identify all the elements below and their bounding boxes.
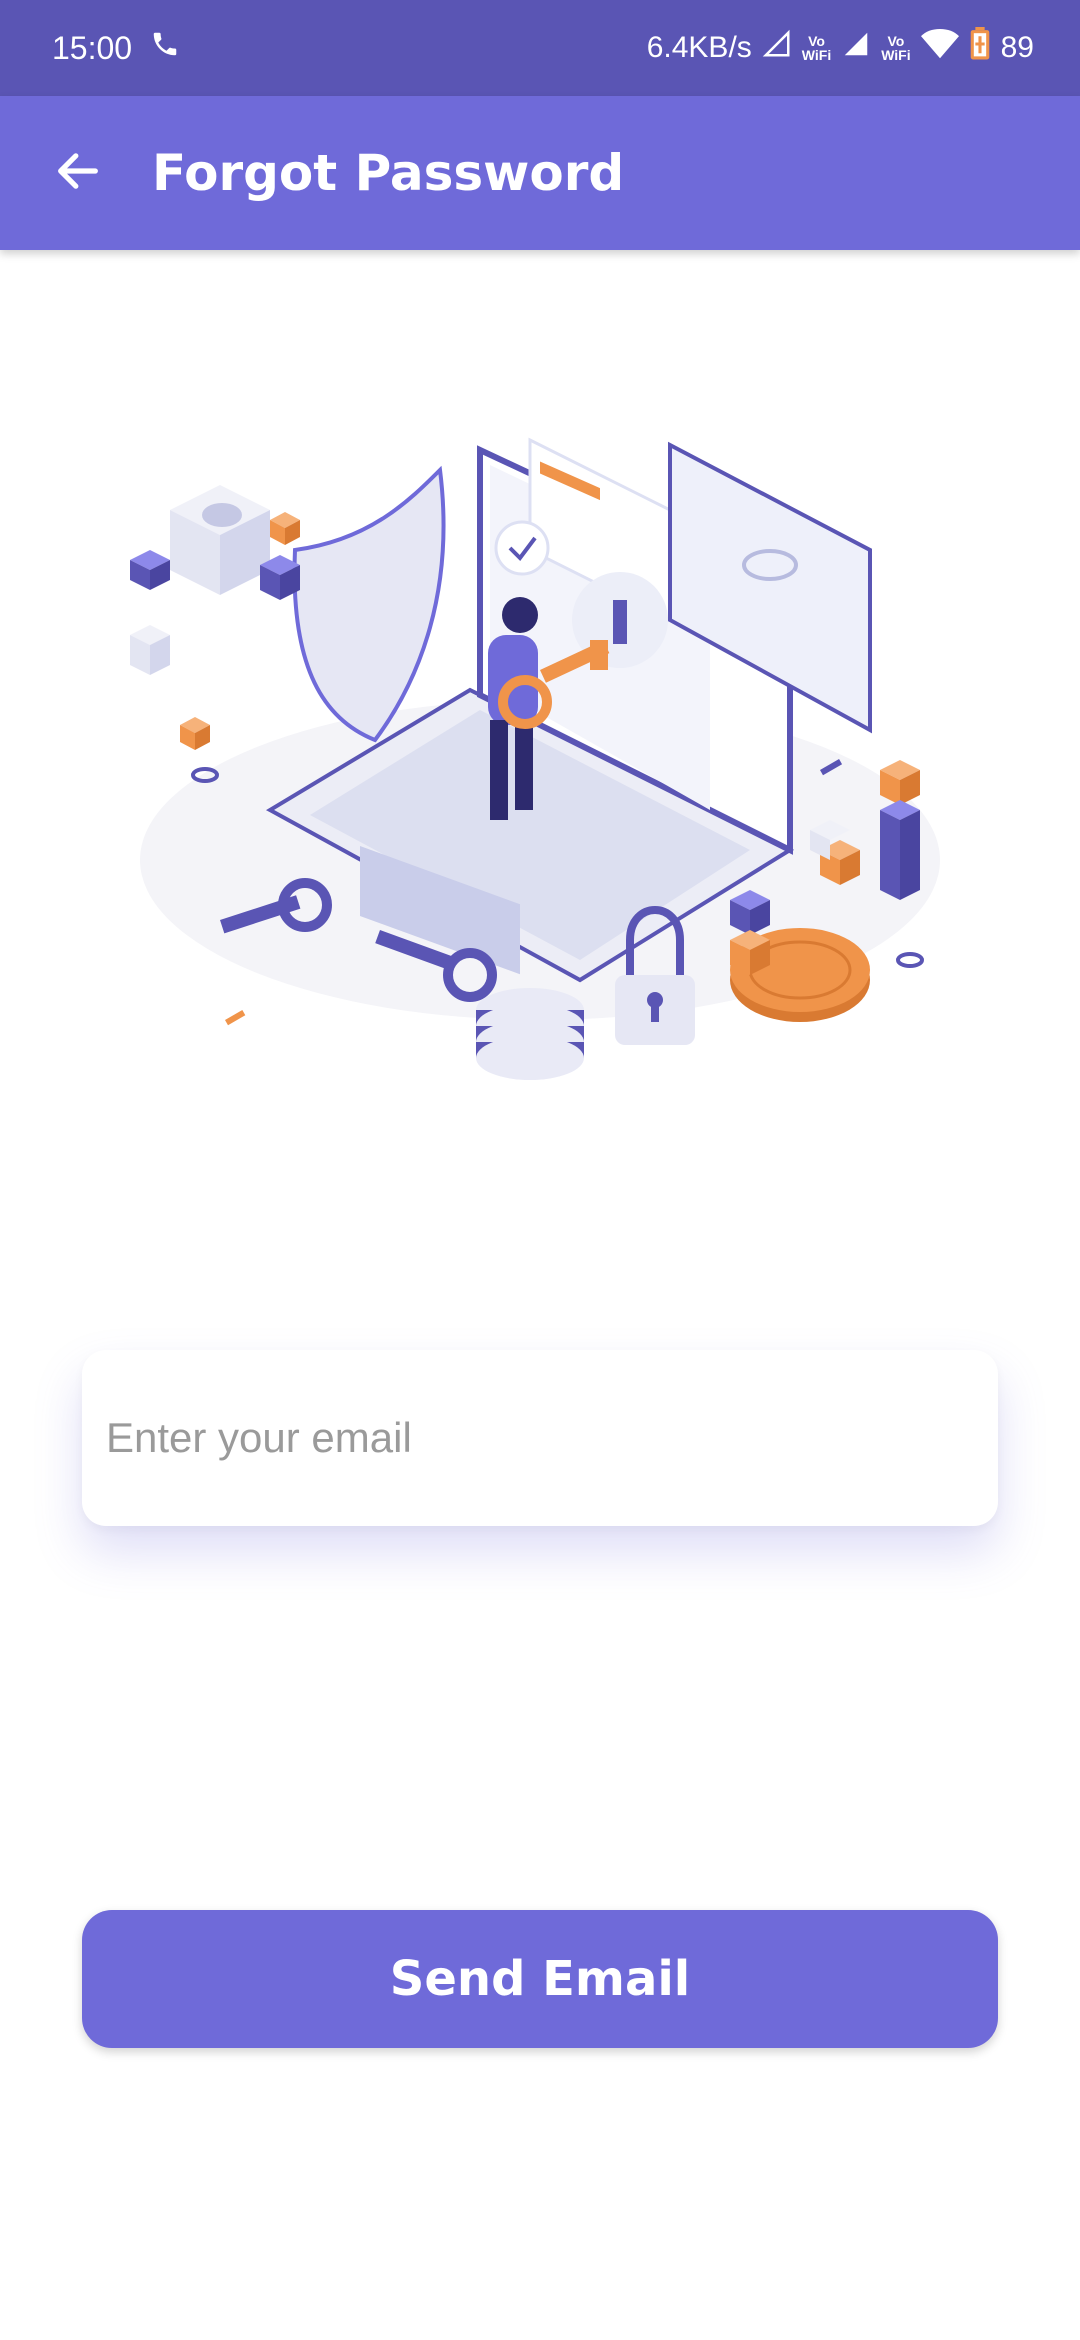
battery-icon (969, 27, 991, 69)
email-card (82, 1350, 998, 1526)
wifi-icon (920, 28, 959, 68)
signal-icon-2 (841, 29, 871, 67)
security-illustration (110, 420, 970, 1110)
vowifi-label-1: Vo WiFi (801, 33, 832, 63)
status-bar: 15:00 6.4KB/s Vo WiFi Vo WiFi 89 (0, 0, 1080, 96)
app-bar: Forgot Password (0, 96, 1080, 250)
vowifi-label-2: Vo WiFi (881, 33, 911, 63)
email-input[interactable] (82, 1350, 998, 1526)
battery-level: 89 (1000, 31, 1034, 64)
arrow-left-icon (52, 145, 104, 202)
page-title: Forgot Password (152, 144, 625, 202)
signal-icon (762, 29, 792, 67)
send-email-button[interactable]: Send Email (82, 1910, 998, 2048)
network-speed: 6.4KB/s (646, 31, 752, 64)
phone-call-icon (150, 29, 180, 67)
status-time: 15:00 (52, 29, 133, 66)
back-button[interactable] (38, 133, 118, 213)
